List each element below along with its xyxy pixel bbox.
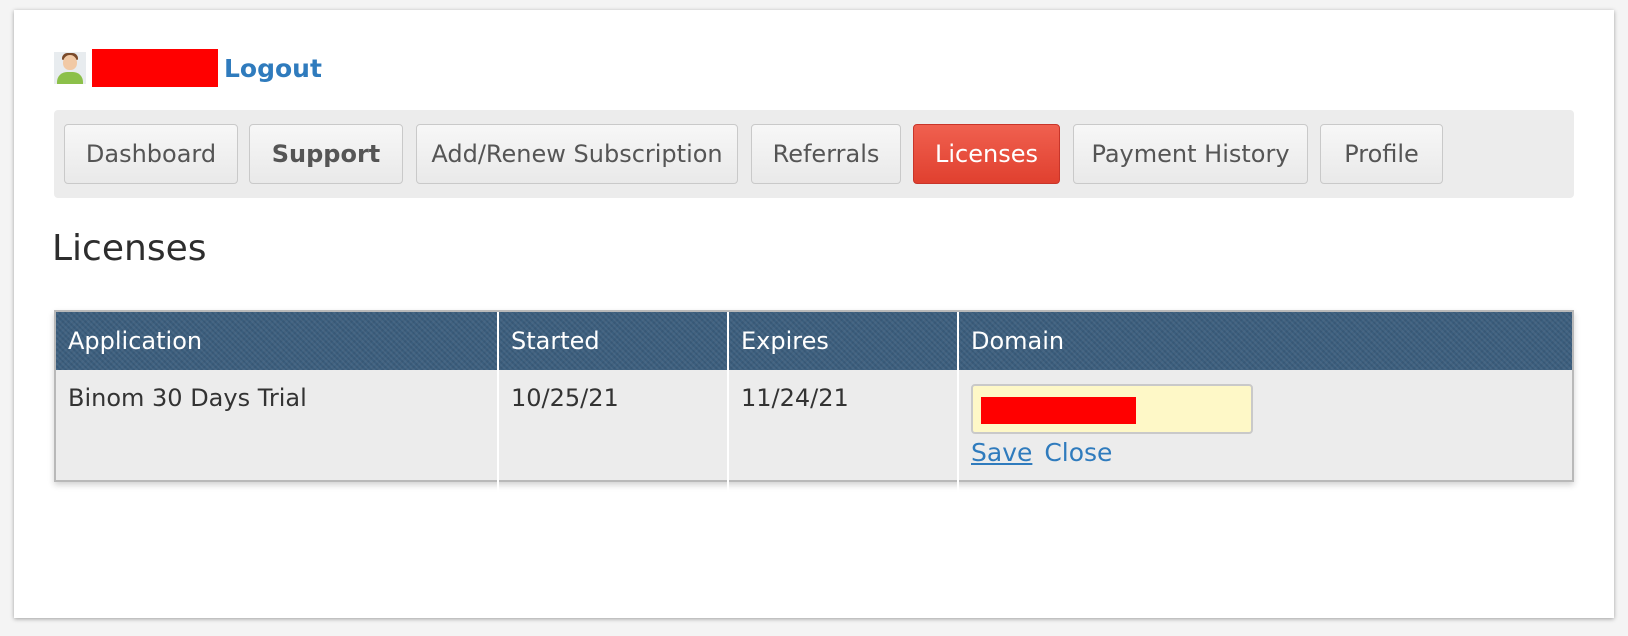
- cell-expires: 11/24/21: [728, 370, 959, 494]
- logout-link[interactable]: Logout: [224, 54, 322, 83]
- nav-profile-button[interactable]: Profile: [1320, 124, 1443, 184]
- cell-started: 10/25/21: [498, 370, 729, 494]
- main-panel: Logout Dashboard Support Add/Renew Subsc…: [14, 10, 1614, 618]
- column-header-domain: Domain: [958, 312, 1572, 370]
- nav-dashboard-button[interactable]: Dashboard: [64, 124, 238, 184]
- nav-support-button[interactable]: Support: [249, 124, 403, 184]
- table-row: Binom 30 Days Trial 10/25/21 11/24/21 Sa…: [56, 370, 1572, 494]
- cell-application: Binom 30 Days Trial: [56, 370, 499, 494]
- nav-payment-history-button[interactable]: Payment History: [1073, 124, 1308, 184]
- nav-bar: Dashboard Support Add/Renew Subscription…: [54, 110, 1574, 198]
- domain-actions: Save Close: [971, 438, 1560, 467]
- user-avatar-icon: [54, 52, 86, 84]
- column-header-started: Started: [498, 312, 729, 370]
- column-header-expires: Expires: [728, 312, 959, 370]
- nav-licenses-button[interactable]: Licenses: [913, 124, 1060, 184]
- domain-input[interactable]: [971, 384, 1253, 434]
- save-link[interactable]: Save: [971, 438, 1032, 467]
- column-header-application: Application: [56, 312, 499, 370]
- close-link[interactable]: Close: [1044, 438, 1112, 467]
- redacted-username: [92, 49, 218, 87]
- nav-referrals-button[interactable]: Referrals: [751, 124, 901, 184]
- user-bar: Logout: [54, 44, 322, 92]
- table-header-row: Application Started Expires Domain: [56, 312, 1572, 370]
- cell-domain: Save Close: [958, 370, 1572, 494]
- licenses-table: Application Started Expires Domain Binom…: [54, 310, 1574, 494]
- nav-add-renew-subscription-button[interactable]: Add/Renew Subscription: [416, 124, 738, 184]
- redacted-domain-value: [981, 397, 1136, 424]
- page-title: Licenses: [52, 228, 207, 269]
